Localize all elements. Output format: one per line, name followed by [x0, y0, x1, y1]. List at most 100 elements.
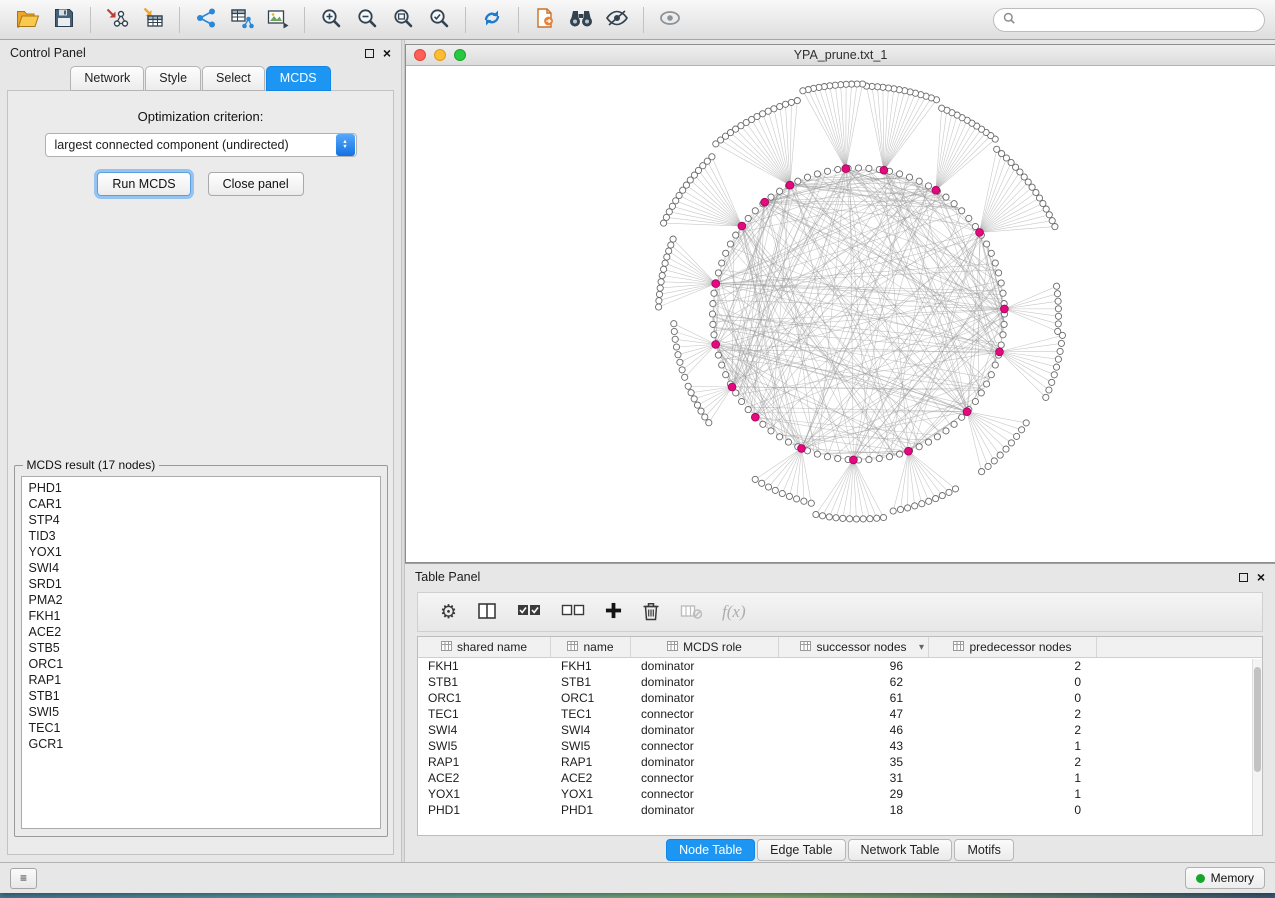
network-node[interactable]	[698, 408, 704, 414]
network-node[interactable]	[813, 511, 819, 517]
network-node[interactable]	[916, 178, 922, 184]
network-node[interactable]	[951, 201, 957, 207]
network-node[interactable]	[670, 236, 676, 242]
network-node[interactable]	[715, 270, 721, 276]
network-node[interactable]	[1055, 328, 1061, 334]
network-node[interactable]	[842, 165, 850, 173]
network-node[interactable]	[752, 208, 758, 214]
network-canvas[interactable]	[406, 66, 1275, 562]
network-node[interactable]	[943, 428, 949, 434]
network-node[interactable]	[876, 455, 882, 461]
network-node[interactable]	[840, 515, 846, 521]
network-node[interactable]	[959, 414, 965, 420]
tab-network[interactable]: Network	[70, 66, 144, 91]
network-node[interactable]	[688, 390, 694, 396]
network-node[interactable]	[662, 260, 668, 266]
list-item[interactable]: YOX1	[29, 544, 373, 560]
tab-motifs[interactable]: Motifs	[954, 839, 1013, 861]
zoom-fit-button[interactable]	[385, 4, 421, 36]
list-item[interactable]: ACE2	[29, 624, 373, 640]
network-node[interactable]	[951, 421, 957, 427]
network-node[interactable]	[984, 241, 990, 247]
filter-arrow-icon[interactable]: ▾	[919, 642, 924, 653]
list-item[interactable]: TEC1	[29, 720, 373, 736]
network-node[interactable]	[671, 321, 677, 327]
network-graph[interactable]	[406, 66, 1275, 562]
network-node[interactable]	[1053, 364, 1059, 370]
network-node[interactable]	[998, 342, 1004, 348]
network-node[interactable]	[897, 171, 903, 177]
network-node[interactable]	[765, 484, 771, 490]
network-node[interactable]	[808, 500, 814, 506]
network-node[interactable]	[991, 458, 997, 464]
network-node[interactable]	[1036, 195, 1042, 201]
network-node[interactable]	[1055, 306, 1061, 312]
network-node[interactable]	[719, 260, 725, 266]
network-node[interactable]	[663, 214, 669, 220]
run-mcds-button[interactable]: Run MCDS	[97, 172, 190, 196]
network-node[interactable]	[786, 181, 794, 189]
list-item[interactable]: STP4	[29, 512, 373, 528]
network-node[interactable]	[673, 344, 679, 350]
network-node[interactable]	[711, 290, 717, 296]
global-search-field[interactable]	[993, 8, 1265, 32]
import-network-button[interactable]	[99, 4, 135, 36]
table-row[interactable]: PHD1PHD1dominator180	[418, 802, 1262, 818]
network-node[interactable]	[992, 260, 998, 266]
network-node[interactable]	[694, 402, 700, 408]
network-node[interactable]	[855, 165, 861, 171]
column-header[interactable]: predecessor nodes	[929, 637, 1097, 657]
search-input[interactable]	[1021, 13, 1255, 27]
network-node[interactable]	[1055, 321, 1061, 327]
network-node[interactable]	[727, 241, 733, 247]
list-item[interactable]: SWI5	[29, 704, 373, 720]
network-node[interactable]	[706, 420, 712, 426]
tab-select[interactable]: Select	[202, 66, 265, 91]
network-node[interactable]	[760, 421, 766, 427]
node-table[interactable]: shared namenameMCDS rolesuccessor nodes▾…	[417, 636, 1263, 836]
network-node[interactable]	[785, 439, 791, 445]
table-row[interactable]: STB1STB1dominator620	[418, 674, 1262, 690]
network-node[interactable]	[998, 280, 1004, 286]
network-node[interactable]	[666, 248, 672, 254]
network-node[interactable]	[814, 171, 820, 177]
minimize-window-icon[interactable]	[434, 49, 446, 61]
network-node[interactable]	[985, 463, 991, 469]
search-network-button[interactable]	[563, 4, 599, 36]
network-node[interactable]	[860, 516, 866, 522]
network-node[interactable]	[890, 508, 896, 514]
list-item[interactable]: SWI4	[29, 560, 373, 576]
network-node[interactable]	[738, 222, 746, 230]
network-node[interactable]	[939, 493, 945, 499]
network-node[interactable]	[656, 298, 662, 304]
close-panel-icon[interactable]: ×	[1257, 570, 1265, 584]
network-node[interactable]	[1051, 372, 1057, 378]
network-node[interactable]	[919, 501, 925, 507]
network-node[interactable]	[679, 367, 685, 373]
network-node[interactable]	[1046, 387, 1052, 393]
network-node[interactable]	[709, 311, 715, 317]
close-panel-button[interactable]: Close panel	[208, 172, 304, 196]
list-item[interactable]: STB1	[29, 688, 373, 704]
network-node[interactable]	[682, 374, 688, 380]
network-node[interactable]	[933, 496, 939, 502]
network-node[interactable]	[675, 352, 681, 358]
network-node[interactable]	[946, 489, 952, 495]
network-node[interactable]	[777, 188, 783, 194]
network-node[interactable]	[972, 398, 978, 404]
network-node[interactable]	[934, 434, 940, 440]
network-node[interactable]	[847, 516, 853, 522]
network-node[interactable]	[1049, 379, 1055, 385]
network-node[interactable]	[777, 434, 783, 440]
tab-mcds[interactable]: MCDS	[266, 66, 331, 91]
import-table-button[interactable]	[135, 4, 171, 36]
network-node[interactable]	[710, 301, 716, 307]
network-node[interactable]	[997, 452, 1003, 458]
network-node[interactable]	[826, 514, 832, 520]
network-node[interactable]	[786, 493, 792, 499]
network-node[interactable]	[824, 454, 830, 460]
zoom-out-button[interactable]	[349, 4, 385, 36]
network-node[interactable]	[1043, 206, 1049, 212]
network-node[interactable]	[768, 428, 774, 434]
network-node[interactable]	[800, 88, 806, 94]
